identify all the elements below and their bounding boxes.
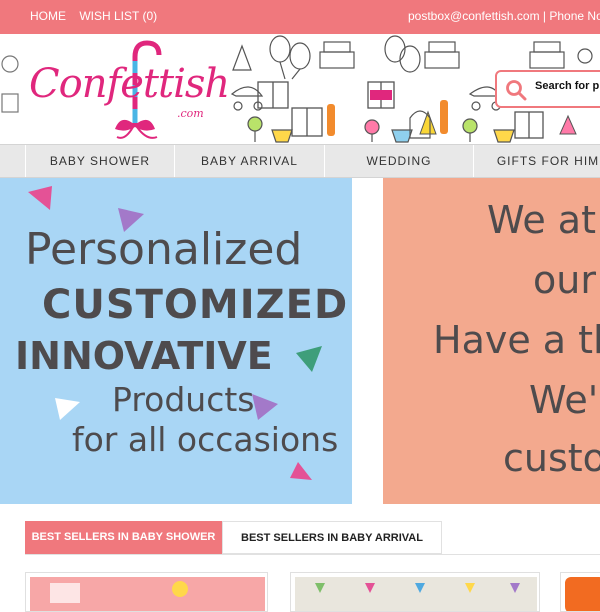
promo-banner-left[interactable]: Personalized CUSTOMIZED INNOVATIVE Produ… (0, 178, 352, 504)
product-image (565, 577, 600, 611)
product-card[interactable] (25, 572, 268, 612)
banner-right-line-5: custom (503, 436, 600, 480)
banner-right-line-4: We'll (529, 378, 600, 422)
product-card[interactable] (290, 572, 540, 612)
search-input[interactable] (535, 80, 600, 92)
site-header: Confettish .com (0, 34, 600, 144)
banner-right-line-3: Have a ther (433, 318, 600, 362)
banner-right-line-2: our c (533, 258, 600, 302)
best-sellers-tabs: BEST SELLERS IN BABY SHOWER BEST SELLERS… (25, 521, 600, 555)
main-nav: BABY SHOWER BABY ARRIVAL WEDDING GIFTS F… (0, 144, 600, 178)
home-link[interactable]: HOME (30, 9, 66, 23)
banner-line-4: Products (112, 380, 255, 419)
logo-domain: .com (177, 107, 204, 120)
product-image (30, 577, 265, 611)
top-links: HOME WISH LIST (0) (30, 9, 167, 23)
search-box[interactable] (495, 70, 600, 108)
banner-line-1: Personalized (25, 224, 303, 275)
top-bar: HOME WISH LIST (0) postbox@confettish.co… (0, 0, 600, 34)
product-card[interactable] (560, 572, 600, 612)
logo-wordmark: Confettish (29, 61, 230, 107)
nav-item-wedding[interactable]: WEDDING (324, 145, 473, 177)
nav-item-baby-shower[interactable]: BABY SHOWER (25, 145, 174, 177)
tab-best-sellers-baby-arrival[interactable]: BEST SELLERS IN BABY ARRIVAL (222, 521, 442, 554)
banner-line-5: for all occasions (72, 420, 339, 459)
banner-line-3: INNOVATIVE (15, 334, 273, 378)
promo-banner-right[interactable]: We at Co our c Have a ther We'll custom (383, 178, 600, 504)
nav-item-baby-arrival[interactable]: BABY ARRIVAL (174, 145, 324, 177)
banner-line-2: CUSTOMIZED (42, 282, 349, 328)
contact-info: postbox@confettish.com | Phone No (408, 9, 600, 23)
tab-best-sellers-baby-shower[interactable]: BEST SELLERS IN BABY SHOWER (25, 521, 222, 554)
wishlist-link[interactable]: WISH LIST (0) (79, 9, 157, 23)
banner-right-line-1: We at Co (487, 198, 600, 242)
search-icon[interactable] (505, 79, 527, 101)
product-image (295, 577, 537, 611)
nav-item-gifts-for-him[interactable]: GIFTS FOR HIM (473, 145, 600, 177)
site-logo[interactable]: Confettish .com (25, 37, 230, 141)
